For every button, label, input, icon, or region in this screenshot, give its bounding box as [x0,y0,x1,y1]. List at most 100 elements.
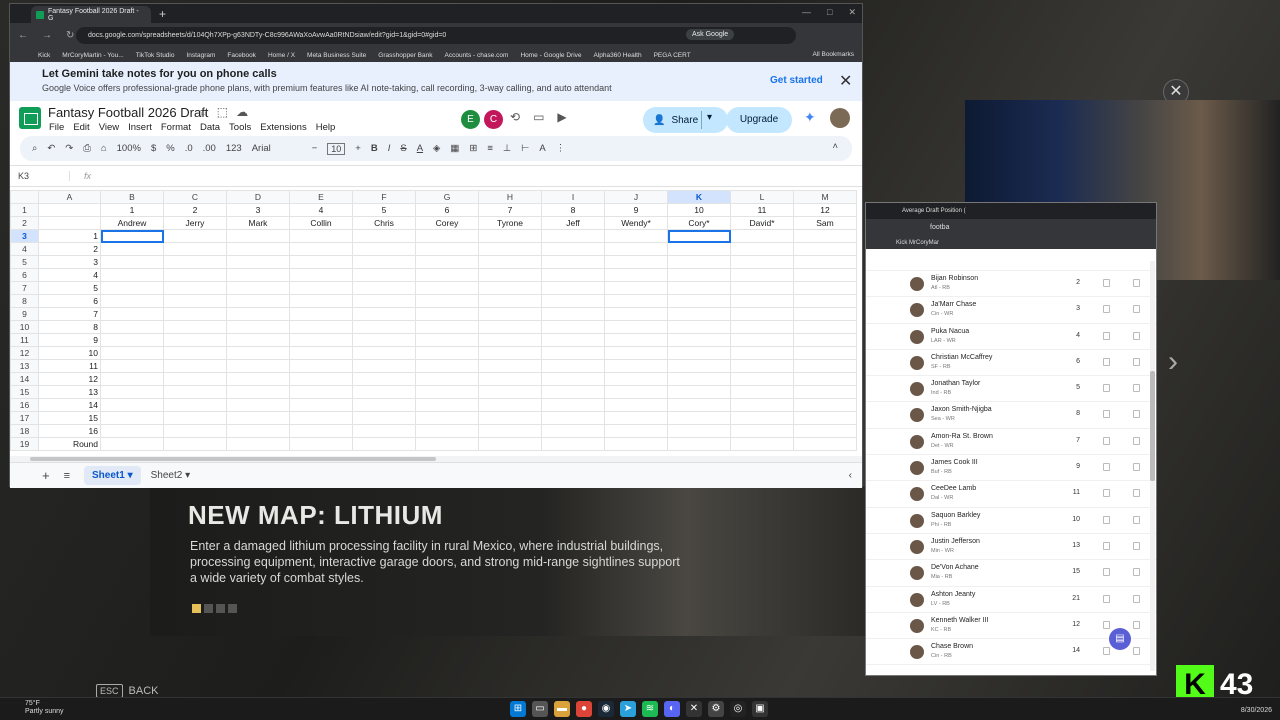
bookmark[interactable]: Home / X [268,52,295,59]
undo-icon[interactable]: ↶ [47,143,55,154]
number-format-button[interactable]: 123 [226,143,242,154]
cell[interactable] [604,359,668,373]
all-bookmarks[interactable]: All Bookmarks [812,51,854,58]
cell[interactable] [478,281,542,295]
cell[interactable] [667,437,731,451]
cell[interactable] [352,307,416,321]
cell[interactable] [667,359,731,373]
col-header[interactable]: A [38,190,101,204]
cell[interactable] [541,424,605,438]
chevron-up-icon[interactable]: ˄ [832,141,838,152]
lock-icon[interactable] [1133,620,1140,629]
cell[interactable] [415,424,479,438]
cell[interactable] [604,372,668,386]
more-icon[interactable]: ⋮ [556,143,566,154]
menu-insert[interactable]: Insert [128,122,152,133]
cell[interactable] [100,255,164,269]
cell[interactable] [289,242,353,256]
bookmark[interactable]: Instagram [186,52,215,59]
bookmark[interactable]: Alpha360 Health [594,52,642,59]
lock-icon[interactable] [1133,410,1140,419]
player-name[interactable]: Justin Jefferson [931,538,980,545]
cell[interactable] [793,255,857,269]
history-icon[interactable]: ⟲ [510,110,520,124]
cell[interactable] [415,346,479,360]
lock-icon[interactable] [1133,305,1140,314]
cell[interactable] [226,320,290,334]
col-header[interactable]: K [667,190,731,204]
cell[interactable] [730,255,794,269]
cell[interactable] [604,333,668,347]
font-select[interactable]: Arial [252,143,302,154]
cell[interactable] [226,411,290,425]
cell[interactable] [100,268,164,282]
cell[interactable] [163,281,227,295]
print-icon[interactable]: ⎙ [83,143,91,154]
minus-icon[interactable]: − [312,143,318,154]
cell[interactable] [289,294,353,308]
cell[interactable] [226,372,290,386]
cell[interactable] [667,229,731,243]
cell[interactable]: 13 [38,385,101,399]
lock-icon[interactable] [1133,594,1140,603]
cell[interactable] [352,255,416,269]
cell[interactable] [730,268,794,282]
cell[interactable]: Mark [226,216,290,230]
lock-icon[interactable] [1133,331,1140,340]
row-header[interactable]: 4 [10,242,39,256]
cell[interactable] [352,346,416,360]
cell[interactable] [730,242,794,256]
cell[interactable] [415,372,479,386]
cell[interactable] [541,411,605,425]
search-icon[interactable]: ⌕ [32,143,37,154]
cell[interactable] [352,372,416,386]
discord-icon[interactable]: ◐ [664,701,680,717]
cell[interactable] [793,359,857,373]
collaborator-avatar[interactable]: E [461,110,480,129]
obs-icon[interactable]: ◎ [730,701,746,717]
menu-tools[interactable]: Tools [229,122,251,133]
menu-data[interactable]: Data [200,122,220,133]
cell[interactable] [541,255,605,269]
browser-tab[interactable]: Fantasy Football 2026 Draft - G [31,6,151,23]
cell[interactable] [541,333,605,347]
cell[interactable] [163,242,227,256]
col-header[interactable]: J [604,190,668,204]
cell[interactable] [667,333,731,347]
cell[interactable] [226,398,290,412]
cell[interactable] [352,242,416,256]
cell[interactable] [730,294,794,308]
gemini-icon[interactable]: ✦ [804,109,816,126]
increase-decimal-button[interactable]: .00 [203,143,216,154]
cell[interactable] [163,346,227,360]
cell[interactable]: 7 [38,307,101,321]
bookmark[interactable]: Facebook [227,52,256,59]
lock-icon[interactable] [1103,647,1110,656]
cell[interactable]: Tyrone [478,216,542,230]
lock-icon[interactable] [1103,331,1110,340]
cell[interactable] [289,229,353,243]
row-header[interactable]: 13 [10,359,39,373]
cell[interactable]: 1 [100,203,164,217]
col-header[interactable]: C [163,190,227,204]
player-name[interactable]: CeeDee Lamb [931,485,976,492]
ask-google-button[interactable]: Ask Google [686,29,735,40]
cell[interactable] [667,385,731,399]
player-name[interactable]: Chase Brown [931,643,973,650]
cell[interactable] [226,385,290,399]
spotify-icon[interactable]: ≋ [642,701,658,717]
cell[interactable] [100,294,164,308]
player-name[interactable]: Ja'Marr Chase [931,301,976,308]
lock-icon[interactable] [1133,541,1140,550]
cell[interactable] [541,372,605,386]
decrease-decimal-button[interactable]: .0 [185,143,193,154]
adp-tab[interactable]: Average Draft Position ( [866,203,1156,219]
menu-edit[interactable]: Edit [73,122,89,133]
cell[interactable]: 11 [730,203,794,217]
player-name[interactable]: Amon-Ra St. Brown [931,433,993,440]
cell[interactable] [100,281,164,295]
chrome-icon[interactable]: ● [576,701,592,717]
row-header[interactable]: 12 [10,346,39,360]
col-header[interactable]: M [793,190,857,204]
cell[interactable] [478,437,542,451]
